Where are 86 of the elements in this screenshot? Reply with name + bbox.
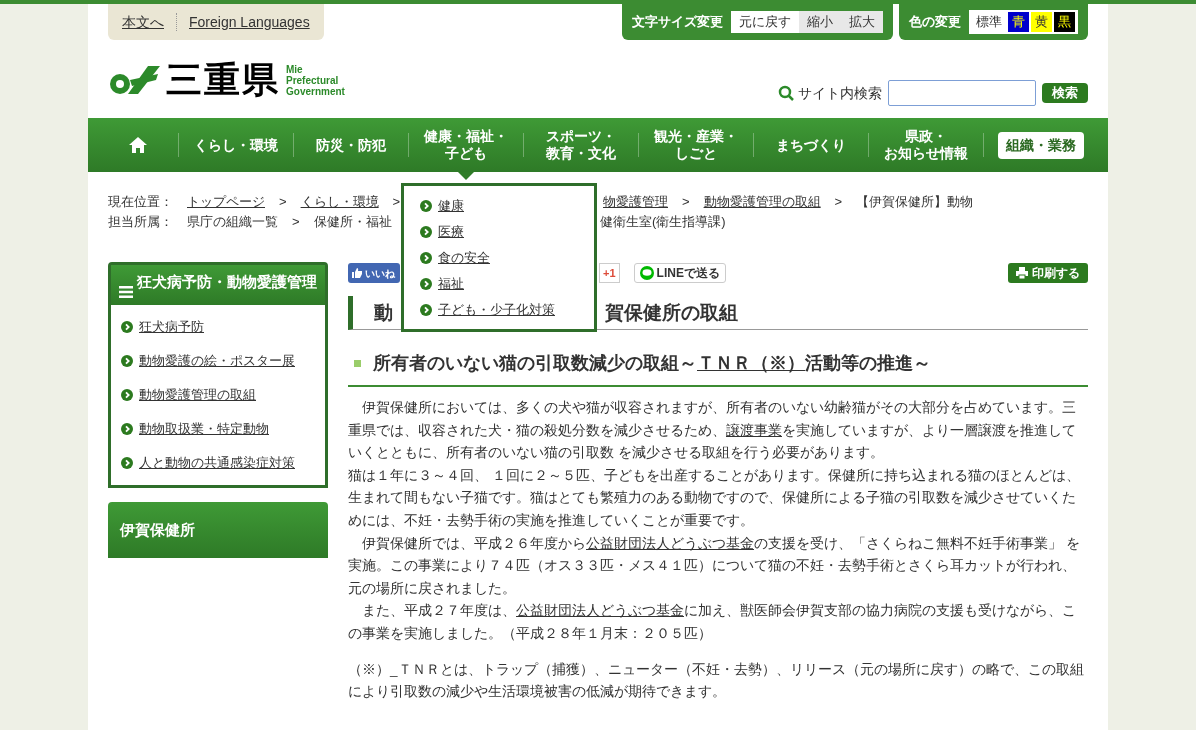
line-share-button[interactable]: LINEで送る <box>633 263 726 283</box>
chat-bubble-icon <box>639 266 654 280</box>
page-title: 動 <box>373 303 394 322</box>
sidebar-title: 狂犬病予防・動物愛護管理 <box>137 272 317 292</box>
printer-icon <box>1016 267 1028 279</box>
nav-link[interactable]: まちづくり <box>776 136 846 154</box>
dropdown-item[interactable]: 食の安全 <box>438 248 490 267</box>
font-size-label: 文字サイズ変更 <box>632 13 723 32</box>
facebook-like-button[interactable]: いいね <box>348 263 400 283</box>
nav-link[interactable]: 県政・ お知らせ情報 <box>884 128 968 162</box>
breadcrumb-text: 県庁の組織一覧 <box>187 213 278 231</box>
chevron-circle-icon <box>420 251 432 264</box>
font-size-button[interactable]: 縮小 <box>799 11 841 33</box>
nav-link[interactable]: スポーツ・ 教育・文化 <box>546 128 616 162</box>
search-field[interactable] <box>888 80 1036 106</box>
chevron-circle-icon <box>420 303 432 316</box>
breadcrumb-text: 現在位置： <box>108 193 173 211</box>
breadcrumb-separator: > <box>834 193 843 211</box>
breadcrumb-link[interactable]: 物愛護管理 <box>603 192 668 212</box>
footnote-text: （※）_ＴＮＲとは、トラップ（捕獲）、ニューター（不妊・去勢）、リリース（元の場所に戻す）の略で、この取組により引取数の減少や生活環境被害の低減が期待できます。 <box>348 660 1085 702</box>
color-scheme-button[interactable]: 黄 <box>1031 12 1052 32</box>
breadcrumb-text: 担当所属： <box>108 213 173 231</box>
logo-subtitle: Government <box>286 85 345 97</box>
body-paragraph: 猫は１年に３～４回、 １回に２～５匹、子どもを出産することがあります。保健所に持ち込まれる猫のほとんどは、生まれて間もない子猫です。猫はとても繁殖力のある動物ですので、保健所による子猫の引取数を減少させていくためには、不妊・去勢手術の実施を推進していくことが重要です。 <box>348 466 1081 530</box>
chevron-circle-icon <box>121 389 133 401</box>
text-link[interactable]: 譲渡事業 <box>726 422 782 438</box>
chevron-circle-icon <box>420 277 432 290</box>
color-scheme-button[interactable]: 黒 <box>1054 12 1075 32</box>
home-link[interactable] <box>128 136 148 154</box>
breadcrumb-link[interactable]: トップページ <box>187 192 265 212</box>
home-icon <box>128 136 148 154</box>
search-button[interactable]: 検索 <box>1042 83 1088 103</box>
logo-subtitle: Prefectural <box>286 74 340 86</box>
body-paragraph: 伊賀保健所においては、多くの犬や猫が収容されますが、所有者のいない幼齢猫がその大部分を占めています。三重県では、収容された犬・猫の殺処分数を減少させるため、譲渡事業を実施していますが、より一層譲渡を推進していくとともに、所有者のいない猫の引取数 を減少させる取組を行う必要があります。 <box>348 399 1077 463</box>
chevron-circle-icon <box>420 225 432 238</box>
chevron-circle-icon <box>121 423 133 435</box>
thumbs-up-icon <box>351 267 363 279</box>
dropdown-item[interactable]: 健康 <box>438 196 464 215</box>
chevron-circle-icon <box>121 355 133 367</box>
breadcrumb-separator: > <box>292 213 300 231</box>
search-icon <box>778 85 794 101</box>
breadcrumb-separator: > <box>682 193 690 211</box>
search-label: サイト内検索 <box>798 83 882 103</box>
text-link[interactable]: 公益財団法人どうぶつ基金 <box>516 603 684 619</box>
dropdown-item[interactable]: 子ども・少子化対策 <box>438 300 555 319</box>
page-title: 賀保健所の取組 <box>605 303 738 322</box>
breadcrumb-separator: > <box>279 193 287 211</box>
logo-subtitle: Mie <box>286 63 304 75</box>
chevron-circle-icon <box>121 321 133 333</box>
body-paragraph: 伊賀保健所では、平成２６年度から公益財団法人どうぶつ基金の支援を受け、「さくらねこ無料不妊手術事業」 を実施。この事業により７４匹（オス３３匹・メス４１匹）について猫の不妊・去勢手術とさくら耳カットが行われ、元の場所に戻されました。 <box>348 534 1081 598</box>
logo-text: 三重県 <box>166 62 280 98</box>
text-link[interactable]: 公益財団法人どうぶつ基金 <box>586 535 754 551</box>
sidebar-link[interactable]: 動物愛護管理の取組 <box>139 385 256 405</box>
breadcrumb-text: 健衛生室(衛生指導課) <box>600 213 726 231</box>
square-bullet-icon <box>354 360 361 367</box>
nav-link[interactable]: くらし・環境 <box>194 136 278 154</box>
header-link[interactable]: Foreign Languages <box>189 11 310 33</box>
header-link[interactable]: 本文へ <box>122 11 164 33</box>
font-size-button[interactable]: 元に戻す <box>731 11 799 33</box>
breadcrumb-text: 保健所・福祉 <box>313 213 392 231</box>
color-scheme-button[interactable]: 青 <box>1008 12 1029 32</box>
heading-link[interactable]: ＴＮＲ（※） <box>697 353 805 373</box>
color-change-label: 色の変更 <box>909 13 961 32</box>
font-size-button[interactable]: 拡大 <box>841 11 883 33</box>
office-heading: 伊賀保健所 <box>108 502 328 558</box>
sidebar-link[interactable]: 動物愛護の絵・ポスター展 <box>139 351 295 371</box>
nav-button[interactable]: 組織・業務 <box>998 131 1084 159</box>
dropdown-item[interactable]: 医療 <box>438 222 464 241</box>
breadcrumb-text: 【伊賀保健所】動物 <box>856 193 974 211</box>
breadcrumb-link[interactable]: くらし・環境 <box>300 192 379 212</box>
breadcrumb-link[interactable]: 動物愛護管理の取組 <box>703 192 821 212</box>
menu-icon <box>119 286 133 298</box>
chevron-circle-icon <box>420 199 432 212</box>
sidebar-link[interactable]: 狂犬病予防 <box>139 317 204 337</box>
sidebar-link[interactable]: 人と動物の共通感染症対策 <box>139 453 295 473</box>
google-plus-button[interactable]: +1 <box>599 263 620 283</box>
nav-link[interactable]: 健康・福祉・ 子ども <box>424 128 508 162</box>
body-paragraph: また、平成２７年度は、公益財団法人どうぶつ基金に加え、獣医師会伊賀支部の協力病院の支援も受けながら、この事業を実施しました。（平成２８年１月末：２０５匹） <box>348 602 1077 643</box>
nav-link[interactable]: 防災・防犯 <box>316 136 386 154</box>
nav-link[interactable]: 観光・産業・ しごと <box>654 128 738 162</box>
print-button[interactable]: 印刷する <box>1008 263 1088 283</box>
dropdown-item[interactable]: 福祉 <box>438 274 464 293</box>
sidebar-link[interactable]: 動物取扱業・特定動物 <box>139 419 269 439</box>
breadcrumb-separator: > <box>392 193 401 211</box>
chevron-circle-icon <box>121 457 133 469</box>
section-heading: 所有者のいない猫の引取数減少の取組～ＴＮＲ（※）活動等の推進～ <box>373 352 931 375</box>
